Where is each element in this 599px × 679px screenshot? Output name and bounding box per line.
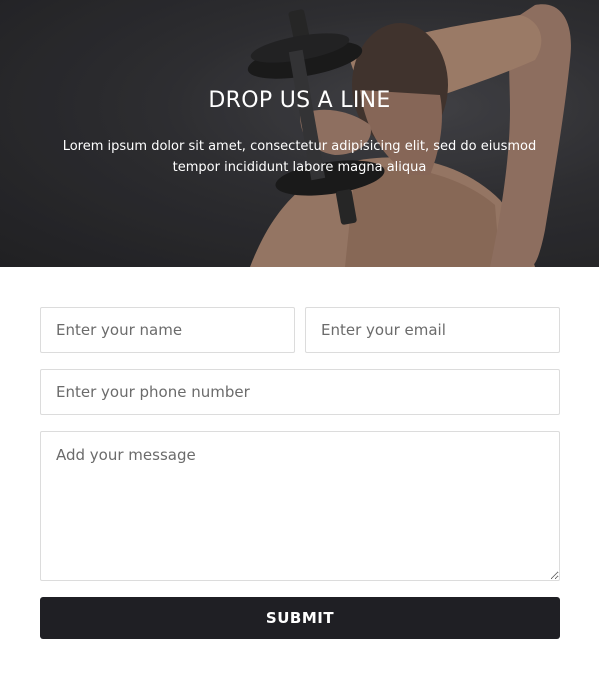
name-input[interactable] (40, 307, 295, 353)
email-input[interactable] (305, 307, 560, 353)
hero-title: DROP US A LINE (208, 88, 391, 113)
phone-input[interactable] (40, 369, 560, 415)
hero-banner: DROP US A LINE Lorem ipsum dolor sit ame… (0, 0, 599, 267)
hero-overlay (0, 0, 599, 267)
hero-description: Lorem ipsum dolor sit amet, consectetur … (62, 139, 537, 175)
contact-page: DROP US A LINE Lorem ipsum dolor sit ame… (0, 0, 599, 679)
message-textarea[interactable] (40, 431, 560, 581)
submit-button[interactable]: SUBMIT (40, 597, 560, 639)
